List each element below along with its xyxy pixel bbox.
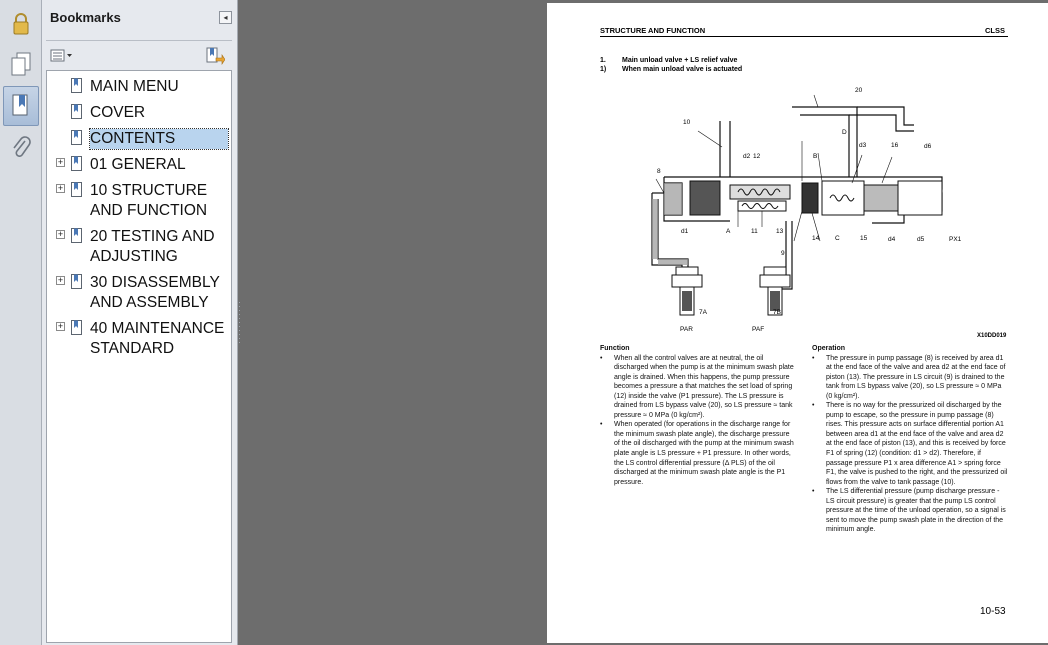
- pages-icon[interactable]: [3, 44, 39, 84]
- diagram-label: C: [835, 235, 840, 242]
- function-item: • When operated (for operations in the di…: [600, 421, 794, 486]
- bookmark-label: COVER: [90, 104, 146, 121]
- subsection-title: When main unload valve is actuated: [622, 66, 743, 73]
- diagram-label: 10: [683, 119, 691, 126]
- panel-title: Bookmarks: [50, 10, 121, 25]
- diagram-label: d2: [743, 153, 751, 160]
- diagram-label: d4: [888, 236, 896, 243]
- diagram-label: d3: [859, 142, 867, 149]
- bookmark-icon: [71, 130, 83, 152]
- diagram-label: 8: [657, 168, 661, 175]
- function-heading: Function: [600, 345, 630, 352]
- bookmark-icon: [71, 274, 83, 296]
- figure-id: X10DD019: [977, 333, 1007, 339]
- diagram-label: 7A: [699, 309, 707, 316]
- page-number: 10-53: [980, 606, 1006, 617]
- diagram-label: d6: [924, 143, 932, 150]
- operation-heading: Operation: [812, 345, 846, 352]
- diagram-label: D: [842, 129, 847, 136]
- operation-item: • There is no way for the pressurized oil…: [812, 402, 1008, 486]
- diagram-label: A: [726, 228, 731, 235]
- diagram-label: 7B: [773, 309, 781, 316]
- bookmark-icon: [71, 182, 83, 204]
- pdf-viewer-window: Bookmarks ◂ MAIN MENU COVER CONTENTS + 0…: [0, 0, 1048, 645]
- bookmark-label: 01 GENERAL: [90, 156, 186, 173]
- bookmark-label: 40 MAINTENANCE STANDARD: [90, 320, 225, 357]
- function-column: Function • When all the control valves ar…: [600, 344, 795, 487]
- function-item: • When all the control valves are at neut…: [600, 354, 794, 419]
- subsection-number: 1): [600, 66, 607, 73]
- operation-item: • The pressure in pump passage (8) is rec…: [812, 354, 1006, 400]
- list-options-icon: [50, 49, 72, 62]
- document-page: STRUCTURE AND FUNCTION CLSS 1. Main unlo…: [547, 3, 1048, 643]
- diagram-label: d5: [917, 236, 925, 243]
- diagram-label: 12: [753, 153, 761, 160]
- bookmark-label: CONTENTS: [89, 128, 229, 150]
- expand-toggle[interactable]: +: [56, 276, 65, 285]
- expand-toggle[interactable]: +: [56, 322, 65, 331]
- operation-column: Operation • The pressure in pump passage …: [812, 344, 1008, 535]
- bookmark-icon: [71, 228, 83, 250]
- divider: [46, 40, 232, 41]
- options-menu-button[interactable]: [50, 47, 76, 65]
- expand-toggle[interactable]: +: [56, 184, 65, 193]
- bookmark-search-icon: [206, 47, 226, 65]
- diagram-label: 13: [776, 228, 784, 235]
- bookmark-label: 30 DISASSEMBLY AND ASSEMBLY: [90, 274, 220, 311]
- diagram-label: PAF: [752, 326, 765, 333]
- bookmark-label: MAIN MENU: [90, 78, 179, 95]
- page-header-right: CLSS: [985, 26, 1006, 35]
- diagram-label: B: [813, 153, 818, 160]
- bookmark-icon: [71, 320, 83, 342]
- bookmark-icon: [71, 156, 83, 178]
- collapse-panel-button[interactable]: ◂: [219, 11, 232, 24]
- operation-item: • The LS differential pressure (pump disc…: [812, 488, 1006, 534]
- diagram-label: 20: [855, 87, 863, 94]
- panel-resize-handle[interactable]: [238, 300, 241, 348]
- header-rule: [600, 36, 1008, 37]
- diagram-label: PX1: [949, 236, 962, 243]
- diagram-label: 16: [891, 142, 899, 149]
- diagram-label: 15: [860, 235, 868, 242]
- page-header-left: STRUCTURE AND FUNCTION: [600, 26, 706, 35]
- bookmark-label: 20 TESTING AND ADJUSTING: [90, 228, 215, 265]
- expand-toggle[interactable]: +: [56, 158, 65, 167]
- diagram-label: 9: [781, 250, 785, 257]
- expand-toggle[interactable]: +: [56, 230, 65, 239]
- lock-icon[interactable]: [3, 4, 39, 44]
- bookmark-icon: [71, 78, 83, 100]
- bookmark-icon: [71, 104, 83, 126]
- bookmark-tree: MAIN MENU COVER CONTENTS + 01 GENERAL + …: [46, 70, 232, 643]
- diagram-label: 14: [812, 235, 820, 242]
- bookmarks-panel: Bookmarks ◂ MAIN MENU COVER CONTENTS + 0…: [42, 0, 238, 645]
- diagram-label: 11: [751, 228, 758, 235]
- navigation-rail: [0, 0, 42, 645]
- diagram-label: d1: [681, 228, 689, 235]
- attachments-icon[interactable]: [3, 128, 39, 168]
- diagram-label: PAR: [680, 326, 693, 333]
- bookmark-label: 10 STRUCTURE AND FUNCTION: [90, 182, 208, 219]
- bookmarks-icon[interactable]: [3, 86, 39, 126]
- find-current-bookmark-button[interactable]: [205, 46, 227, 66]
